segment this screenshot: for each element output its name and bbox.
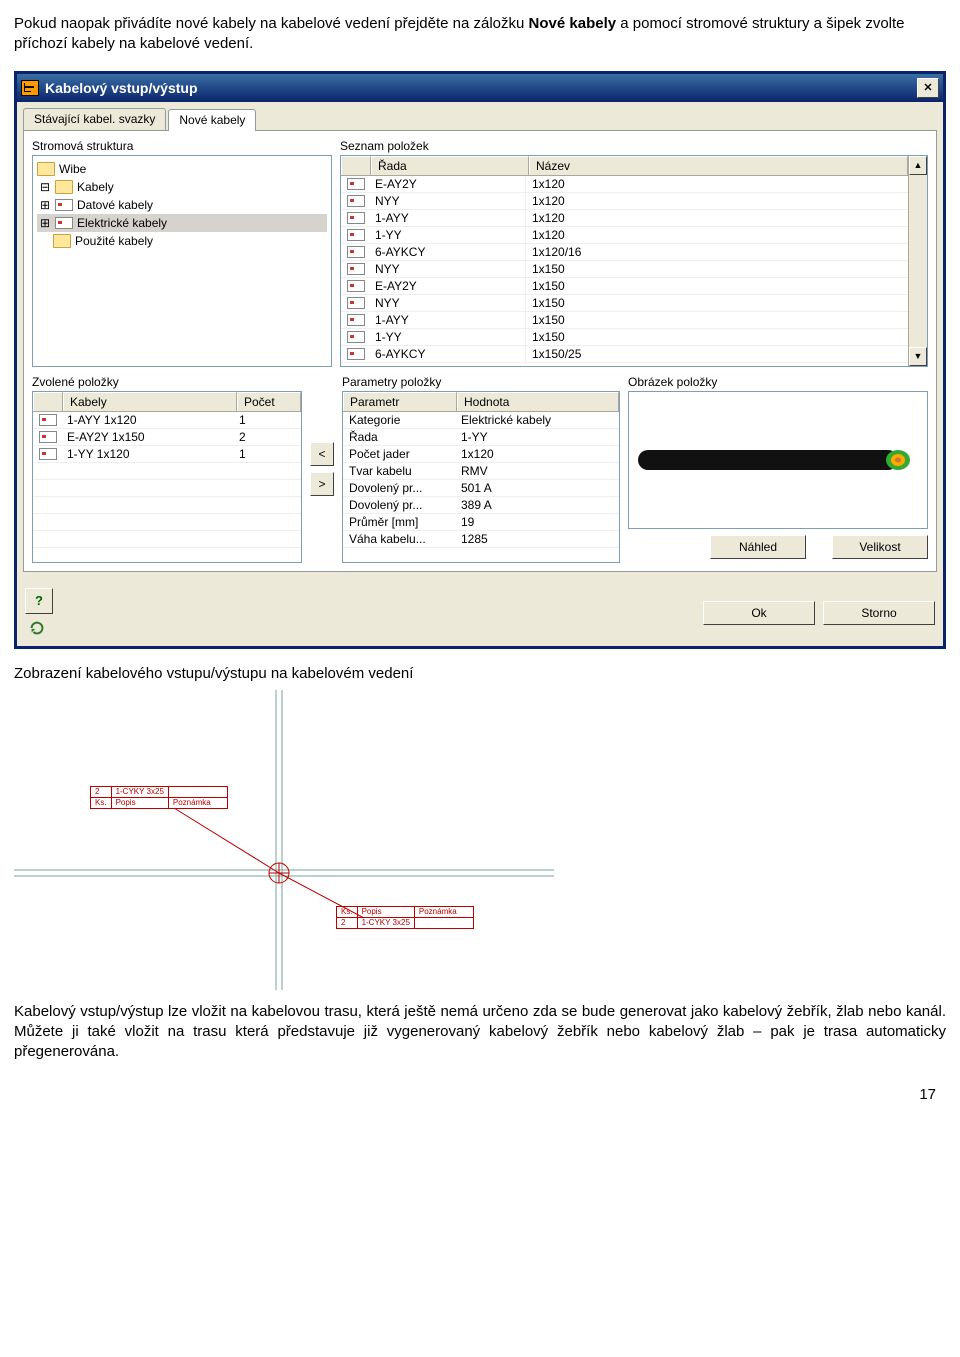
- tree-node-wibe[interactable]: Wibe: [37, 160, 327, 178]
- move-left-button[interactable]: <: [310, 442, 334, 466]
- list-item[interactable]: 6-AYKCY1x150/25: [341, 346, 908, 363]
- tree-label: Stromová struktura: [32, 139, 332, 153]
- chosen-item[interactable]: 1-YY 1x1201: [33, 446, 301, 463]
- list-item[interactable]: 1-AYY1x120: [341, 210, 908, 227]
- image-label: Obrázek položky: [628, 375, 928, 389]
- param-row: Řada1-YY: [343, 429, 619, 446]
- list-item[interactable]: 1-YY1x120: [341, 227, 908, 244]
- param-row: KategorieElektrické kabely: [343, 412, 619, 429]
- chosen-item[interactable]: E-AY2Y 1x1502: [33, 429, 301, 446]
- param-row: Tvar kabeluRMV: [343, 463, 619, 480]
- tab-content: Stromová struktura Wibe ⊟Kabely ⊞Datové …: [23, 130, 937, 572]
- intro-paragraph: Pokud naopak přivádíte nové kabely na ka…: [14, 14, 946, 55]
- tree-node-electric-cables[interactable]: ⊞Elektrické kabely: [37, 214, 327, 232]
- list-pane[interactable]: Řada Název E-AY2Y1x120NYY1x1201-AYY1x120…: [340, 155, 928, 367]
- scroll-up-icon[interactable]: ▲: [909, 156, 927, 175]
- param-row: Váha kabelu...1285: [343, 531, 619, 548]
- tree-node-data-cables[interactable]: ⊞Datové kabely: [37, 196, 327, 214]
- dialog-button-bar: ? Ok Storno: [17, 580, 943, 646]
- tree-node-kabely[interactable]: ⊟Kabely: [37, 178, 327, 196]
- tab-existing[interactable]: Stávající kabel. svazky: [23, 108, 166, 130]
- mini-table-lower: Ks.PopisPoznámka 21-CYKY 3x25: [336, 906, 474, 929]
- titlebar: Kabelový vstup/výstup: [17, 74, 943, 102]
- dialog-title: Kabelový vstup/výstup: [45, 80, 917, 96]
- app-icon: [21, 80, 39, 96]
- list-label: Seznam položek: [340, 139, 928, 153]
- params-pane: Parametr Hodnota KategorieElektrické kab…: [342, 391, 620, 563]
- params-label: Parametry položky: [342, 375, 620, 389]
- tab-new[interactable]: Nové kabely: [168, 109, 256, 131]
- param-row: Počet jader1x120: [343, 446, 619, 463]
- chosen-label: Zvolené položky: [32, 375, 302, 389]
- chosen-pane[interactable]: Kabely Počet 1-AYY 1x1201E-AY2Y 1x15021-…: [32, 391, 302, 563]
- list-item[interactable]: NYY1x120: [341, 193, 908, 210]
- list-scrollbar[interactable]: ▲ ▼: [908, 156, 927, 366]
- list-header: Řada Název: [341, 156, 908, 176]
- tree-node-used-cables[interactable]: Použité kabely: [37, 232, 327, 250]
- tab-bar: Stávající kabel. svazky Nové kabely: [23, 108, 937, 130]
- cable-schematic: 21-CYKY 3x25 Ks.PopisPoznámka Ks.PopisPo…: [14, 690, 946, 990]
- params-header: Parametr Hodnota: [343, 392, 619, 412]
- cable-image-icon: [638, 440, 918, 480]
- list-item[interactable]: 1-AYY1x150: [341, 312, 908, 329]
- list-item[interactable]: E-AY2Y1x150: [341, 278, 908, 295]
- param-row: Dovolený pr...501 A: [343, 480, 619, 497]
- ok-button[interactable]: Ok: [703, 601, 815, 625]
- reload-icon[interactable]: [27, 618, 47, 638]
- dialog-window: Kabelový vstup/výstup Stávající kabel. s…: [14, 71, 946, 649]
- list-item[interactable]: NYY1x150: [341, 295, 908, 312]
- list-item[interactable]: 6-AYKCY1x120/16: [341, 244, 908, 261]
- scroll-down-icon[interactable]: ▼: [909, 347, 927, 366]
- help-button[interactable]: ?: [25, 588, 53, 614]
- param-row: Průměr [mm]19: [343, 514, 619, 531]
- size-button[interactable]: Velikost: [832, 535, 928, 559]
- chosen-item[interactable]: 1-AYY 1x1201: [33, 412, 301, 429]
- page-number: 17: [14, 1086, 946, 1103]
- list-item[interactable]: 1-YY1x150: [341, 329, 908, 346]
- param-row: Dovolený pr...389 A: [343, 497, 619, 514]
- cancel-button[interactable]: Storno: [823, 601, 935, 625]
- list-item[interactable]: NYY1x150: [341, 261, 908, 278]
- bottom-paragraph: Kabelový vstup/výstup lze vložit na kabe…: [14, 1002, 946, 1063]
- list-item[interactable]: E-AY2Y1x120: [341, 176, 908, 193]
- preview-button[interactable]: Náhled: [710, 535, 806, 559]
- tree-pane[interactable]: Wibe ⊟Kabely ⊞Datové kabely ⊞Elektrické …: [32, 155, 332, 367]
- mini-table-upper: 21-CYKY 3x25 Ks.PopisPoznámka: [90, 786, 228, 809]
- move-right-button[interactable]: >: [310, 472, 334, 496]
- close-icon[interactable]: [917, 78, 939, 98]
- chosen-header: Kabely Počet: [33, 392, 301, 412]
- caption-below-dialog: Zobrazení kabelového vstupu/výstupu na k…: [14, 665, 946, 682]
- image-preview: [628, 391, 928, 529]
